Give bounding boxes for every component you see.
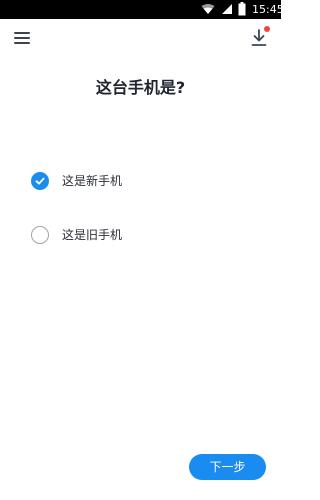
option-label: 这是旧手机 bbox=[62, 228, 123, 242]
next-button[interactable]: 下一步 bbox=[189, 454, 266, 480]
page-title: 这台手机是? bbox=[95, 78, 186, 97]
option-old-phone[interactable]: 这是旧手机 bbox=[24, 220, 264, 250]
screen: 15:45 这台手机是? 这是新手机 这是旧手机 下一步 bbox=[0, 0, 284, 500]
checked-icon[interactable] bbox=[31, 172, 49, 190]
option-label: 这是新手机 bbox=[62, 174, 123, 188]
radio-unchecked-icon[interactable] bbox=[31, 226, 49, 244]
status-time: 15:45 bbox=[252, 3, 284, 16]
menu-button[interactable] bbox=[14, 30, 32, 46]
battery-icon bbox=[238, 2, 246, 16]
notification-badge bbox=[264, 26, 270, 32]
option-new-phone[interactable]: 这是新手机 bbox=[24, 166, 264, 196]
wifi-icon bbox=[201, 3, 215, 15]
menu-icon bbox=[14, 32, 30, 34]
signal-icon bbox=[222, 4, 232, 14]
status-bar: 15:45 bbox=[0, 0, 284, 19]
